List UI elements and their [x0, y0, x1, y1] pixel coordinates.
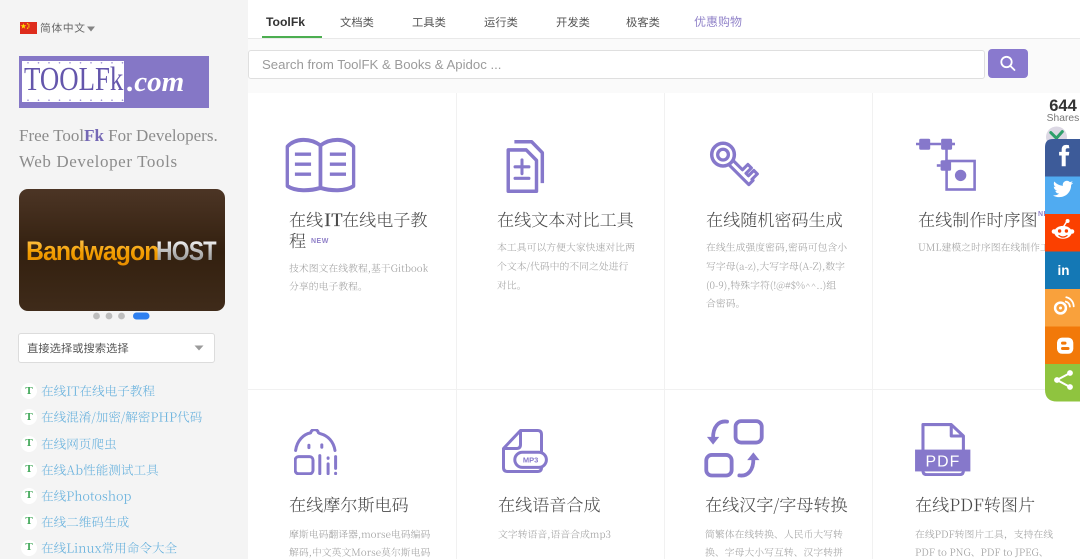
svg-text:MP3: MP3 [523, 456, 538, 465]
svg-text:PDF: PDF [926, 454, 961, 471]
svg-text:in: in [1058, 263, 1070, 278]
